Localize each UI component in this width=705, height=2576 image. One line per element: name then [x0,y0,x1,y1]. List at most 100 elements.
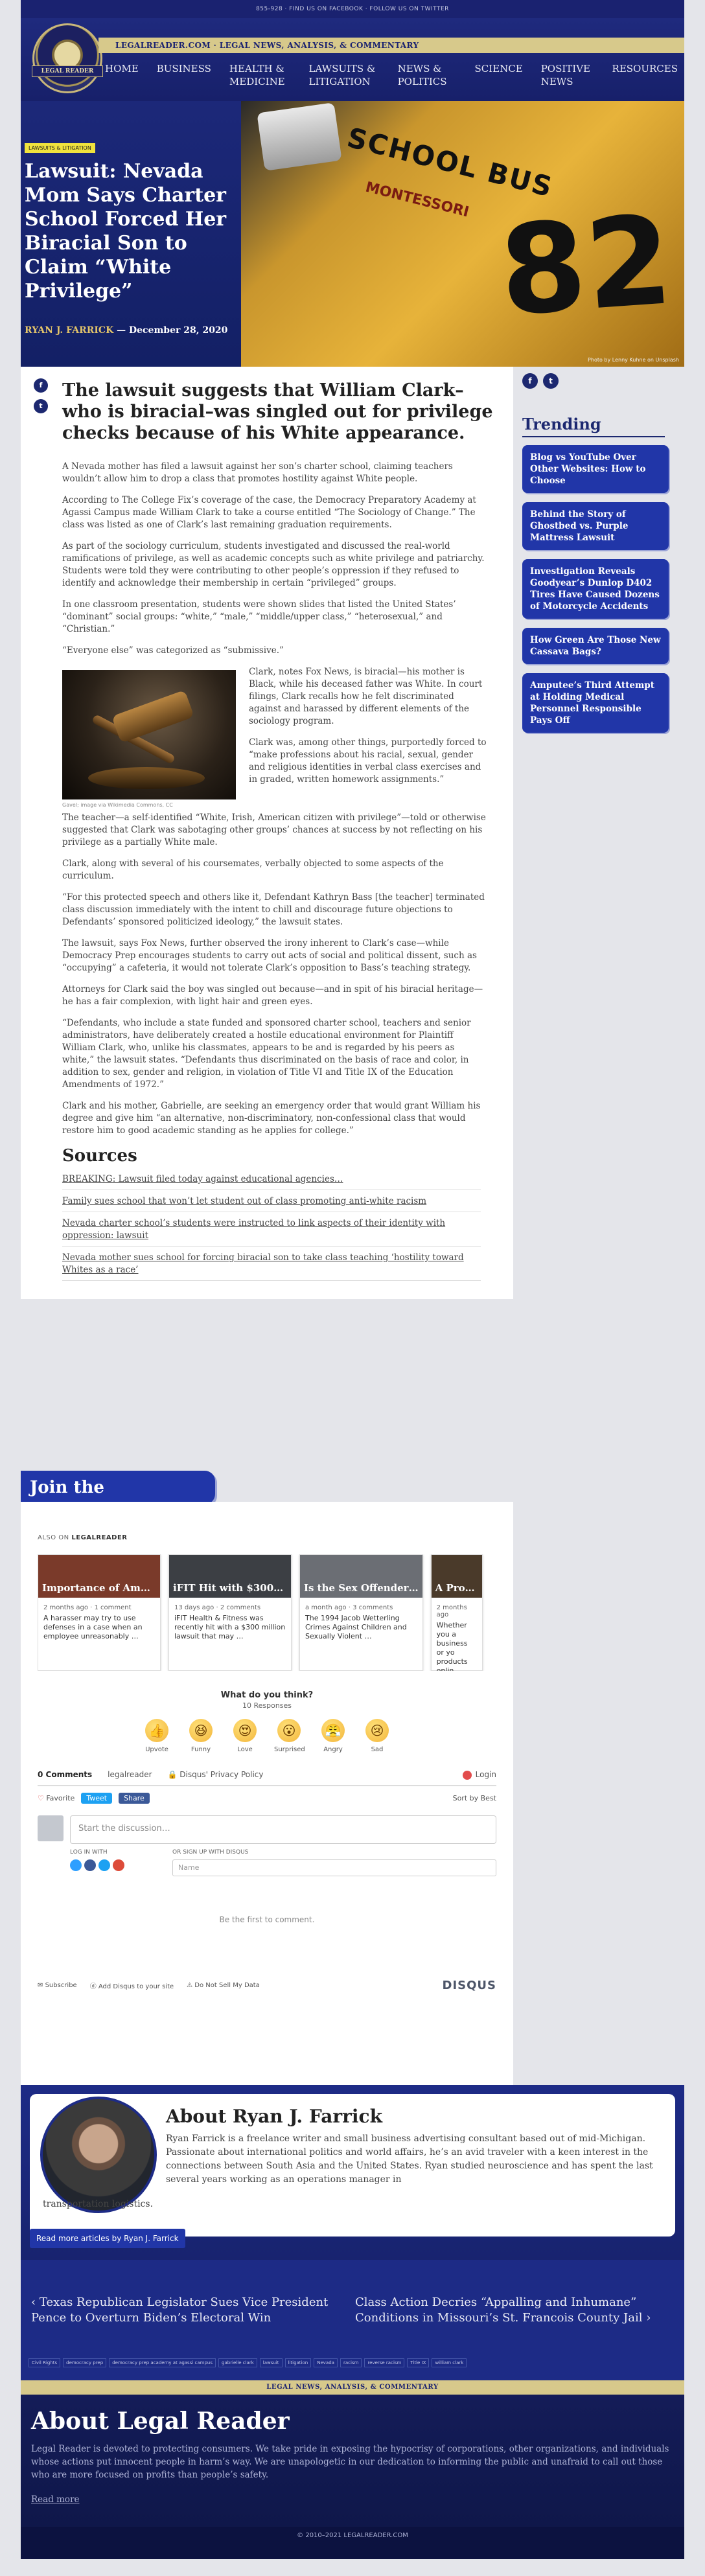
trending-item[interactable]: Blog vs YouTube Over Other Websites: How… [522,445,669,493]
card-desc: iFIT Health & Fitness was recently hit w… [174,1614,286,1640]
bus-lettering-secondary: MONTESSORI [364,179,471,221]
share-button[interactable]: Share [119,1792,150,1804]
trending-item[interactable]: Investigation Reveals Goodyear’s Dunlop … [522,559,669,619]
disqus-logo[interactable]: DISQUS [443,1979,496,1992]
source-link[interactable]: Nevada mother sues school for forcing bi… [62,1252,481,1281]
recommended-card[interactable]: iFIT Hit with $300… 13 days ago · 2 comm… [168,1554,292,1671]
read-more-author-button[interactable]: Read more articles by Ryan J. Farrick [30,2229,185,2248]
google-login-icon[interactable] [113,1859,124,1871]
header-tagline: LEGALREADER.COM · LEGAL NEWS, ANALYSIS, … [98,38,684,53]
disqus-comments: ALSO ON LEGALREADER Importance of Am… 2 … [21,1502,513,2089]
tab-site[interactable]: legalreader [108,1770,152,1780]
facebook-login-icon[interactable] [84,1859,96,1871]
nav-business[interactable]: BUSINESS [157,62,211,88]
hero-caption: Photo by Lenny Kuhne on Unsplash [588,357,679,363]
card-meta: 2 months ago · 1 comment [43,1604,132,1611]
source-link[interactable]: BREAKING: Lawsuit filed today against ed… [62,1173,481,1190]
tag[interactable]: gabrielle clark [218,2358,257,2367]
tag[interactable]: democracy prep [63,2358,107,2367]
card-thumb: A Pro… [431,1555,482,1598]
paragraph: The teacher—a self-identified “White, Ir… [62,812,486,847]
login-providers [70,1859,172,1871]
responses-count: 10 Responses [242,1701,292,1710]
source-link[interactable]: Family sues school that won’t let studen… [62,1195,481,1212]
article-deck: The lawsuit suggests that William Clark–… [62,380,493,443]
favorite-button[interactable]: ♡ Favorite [38,1794,75,1802]
site-logo[interactable]: LEGAL READER [32,23,103,93]
paragraph: Attorneys for Clark said the boy was sin… [62,984,483,1007]
site-header: LEGAL READER LEGALREADER.COM · LEGAL NEW… [21,18,684,101]
recommended-card[interactable]: A Pro… 2 months ago Whether you a busine… [430,1554,483,1671]
tag[interactable]: Civil Rights [29,2358,61,2367]
reaction-label: Sad [371,1746,384,1753]
sort-dropdown[interactable]: Sort by Best [453,1794,496,1802]
subscribe-link[interactable]: ✉ Subscribe [38,1982,77,1989]
do-not-sell-link[interactable]: ⚠ Do Not Sell My Data [187,1982,260,1989]
category-badge[interactable]: LAWSUITS & LITIGATION [25,143,95,153]
reaction-love[interactable]: 😍 Love [230,1719,260,1753]
tag[interactable]: Title IX [407,2358,430,2367]
trending-item[interactable]: Amputee’s Third Attempt at Holding Medic… [522,673,669,733]
reactions-row: 👍 Upvote 😆 Funny 😍 Love 😮 Surprised 😤 Angry 😢… [38,1719,496,1753]
login-button[interactable]: Login [462,1770,496,1780]
reaction-upvote[interactable]: 👍 Upvote [142,1719,172,1753]
gavel-image [62,670,236,799]
about-text: Legal Reader is devoted to protecting co… [31,2444,669,2480]
next-post-link[interactable]: Class Action Decries “Appalling and Inhu… [355,2295,666,2326]
login-with: LOG IN WITH [70,1849,172,1876]
main-nav: HOME BUSINESS HEALTH & MEDICINE LAWSUITS… [105,62,678,88]
tag[interactable]: reverse racism [364,2358,405,2367]
article-figure: Gavel; image via Wikimedia Commons, CC [62,670,236,808]
facebook-share-icon[interactable]: f [34,378,48,393]
add-disqus-link[interactable]: ⓓ Add Disqus to your site [90,1981,174,1990]
tab-comments[interactable]: 0 Comments [38,1770,92,1780]
previous-post-link[interactable]: ‹ Texas Republican Legislator Sues Vice … [31,2295,336,2326]
tag[interactable]: democracy prep academy at agassi campus [109,2358,216,2367]
reaction-funny[interactable]: 😆 Funny [186,1719,216,1753]
nav-resources[interactable]: RESOURCES [612,62,678,88]
paragraph: According to The College Fix’s coverage … [62,495,476,530]
reaction-sad[interactable]: 😢 Sad [362,1719,392,1753]
reaction-surprised[interactable]: 😮 Surprised [274,1719,305,1753]
nav-health-medicine[interactable]: HEALTH & MEDICINE [229,62,291,88]
trending-item[interactable]: Behind the Story of Ghostbed vs. Purple … [522,502,669,550]
paragraph: “For this protected speech and others li… [62,892,485,927]
signup-label: OR SIGN UP WITH DISQUS [172,1848,249,1856]
tag[interactable]: lawsuit [259,2358,283,2367]
nav-science[interactable]: SCIENCE [475,62,523,88]
twitter-share-icon[interactable]: t [34,399,48,413]
nav-home[interactable]: HOME [105,62,139,88]
nav-positive-news[interactable]: POSITIVE NEWS [541,62,594,88]
tag[interactable]: Nevada [314,2358,338,2367]
privacy-policy-link[interactable]: 🔒 Disqus' Privacy Policy [168,1770,264,1780]
byline-author[interactable]: RYAN J. FARRICK [25,325,113,336]
trending-item[interactable]: How Green Are Those New Cassava Bags? [522,628,669,664]
source-link[interactable]: Nevada charter school’s students were in… [62,1217,481,1247]
name-input[interactable]: Name [172,1859,496,1876]
copyright: © 2010–2021 LEGALREADER.COM [21,2527,684,2559]
twitter-login-icon[interactable] [98,1859,110,1871]
recommended-card[interactable]: Is the Sex Offender… a month ago · 3 com… [299,1554,423,1671]
twitter-icon[interactable]: t [543,373,559,389]
nav-lawsuits-litigation[interactable]: LAWSUITS & LITIGATION [308,62,379,88]
tag-list: Civil Rights democracy prep democracy pr… [21,2354,684,2380]
tag[interactable]: william clark [432,2358,467,2367]
facebook-icon[interactable]: f [522,373,538,389]
tag[interactable]: racism [340,2358,362,2367]
comment-tabs: 0 Comments legalreader 🔒 Disqus' Privacy… [38,1770,496,1786]
trending-heading: Trending [522,415,665,437]
reactions-prompt: What do you think? [220,1690,314,1700]
article-title: Lawsuit: Nevada Mom Says Charter School … [25,160,227,303]
tweet-button[interactable]: Tweet [81,1792,113,1804]
disqus-login-icon[interactable] [70,1859,82,1871]
gavel-head [111,689,194,744]
tag[interactable]: litigation [284,2358,312,2367]
nav-news-politics[interactable]: NEWS & POLITICS [398,62,457,88]
about-read-more-link[interactable]: Read more [31,2494,674,2505]
comment-input[interactable]: Start the discussion… [70,1815,496,1844]
recommended-card[interactable]: Importance of Am… 2 months ago · 1 comme… [38,1554,161,1671]
reaction-angry[interactable]: 😤 Angry [318,1719,348,1753]
reaction-label: Angry [323,1746,343,1753]
card-meta: 2 months ago [436,1604,467,1618]
sidebar-share: f t [522,373,675,389]
